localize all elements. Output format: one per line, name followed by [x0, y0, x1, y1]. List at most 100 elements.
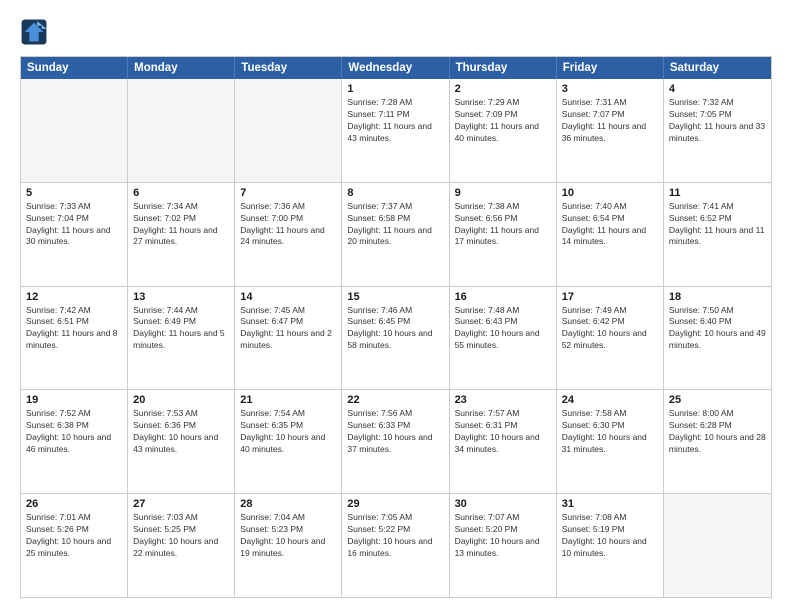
- empty-cell: [664, 494, 771, 597]
- daylight-text: Daylight: 10 hours and 13 minutes.: [455, 536, 551, 560]
- day-number: 26: [26, 498, 122, 510]
- day-cell-21: 21Sunrise: 7:54 AMSunset: 6:35 PMDayligh…: [235, 390, 342, 493]
- sunrise-text: Sunrise: 7:31 AM: [562, 97, 658, 109]
- day-cell-7: 7Sunrise: 7:36 AMSunset: 7:00 PMDaylight…: [235, 183, 342, 286]
- calendar-row-0: 1Sunrise: 7:28 AMSunset: 7:11 PMDaylight…: [21, 79, 771, 182]
- day-cell-28: 28Sunrise: 7:04 AMSunset: 5:23 PMDayligh…: [235, 494, 342, 597]
- sunrise-text: Sunrise: 7:49 AM: [562, 305, 658, 317]
- sunset-text: Sunset: 5:20 PM: [455, 524, 551, 536]
- day-number: 13: [133, 291, 229, 303]
- day-cell-2: 2Sunrise: 7:29 AMSunset: 7:09 PMDaylight…: [450, 79, 557, 182]
- day-cell-18: 18Sunrise: 7:50 AMSunset: 6:40 PMDayligh…: [664, 287, 771, 390]
- sunrise-text: Sunrise: 7:03 AM: [133, 512, 229, 524]
- day-cell-29: 29Sunrise: 7:05 AMSunset: 5:22 PMDayligh…: [342, 494, 449, 597]
- daylight-text: Daylight: 10 hours and 10 minutes.: [562, 536, 658, 560]
- logo-icon: [20, 18, 48, 46]
- daylight-text: Daylight: 11 hours and 20 minutes.: [347, 225, 443, 249]
- sunset-text: Sunset: 5:19 PM: [562, 524, 658, 536]
- page: SundayMondayTuesdayWednesdayThursdayFrid…: [0, 0, 792, 612]
- sunset-text: Sunset: 7:02 PM: [133, 213, 229, 225]
- day-number: 6: [133, 187, 229, 199]
- day-cell-26: 26 Sunrise: 7:01 AMSunset: 5:26 PMDayligh…: [21, 494, 128, 597]
- daylight-text: Daylight: 11 hours and 40 minutes.: [455, 121, 551, 145]
- sunrise-text: Sunrise: 7:58 AM: [562, 408, 658, 420]
- sunrise-text: Sunrise: 7:46 AM: [347, 305, 443, 317]
- sunrise-text: Sunrise: 7:01 AM: [26, 512, 122, 524]
- day-cell-12: 12Sunrise: 7:42 AMSunset: 6:51 PMDayligh…: [21, 287, 128, 390]
- header-cell-friday: Friday: [557, 57, 664, 79]
- day-number: 27: [133, 498, 229, 510]
- day-cell-11: 11Sunrise: 7:41 AMSunset: 6:52 PMDayligh…: [664, 183, 771, 286]
- sunset-text: Sunset: 6:36 PM: [133, 420, 229, 432]
- sunrise-text: Sunrise: 7:08 AM: [562, 512, 658, 524]
- daylight-text: Daylight: 10 hours and 46 minutes.: [26, 432, 122, 456]
- sunset-text: Sunset: 7:04 PM: [26, 213, 122, 225]
- sunrise-text: Sunrise: 7:53 AM: [133, 408, 229, 420]
- day-number: 25: [669, 394, 766, 406]
- calendar-row-1: 5Sunrise: 7:33 AMSunset: 7:04 PMDaylight…: [21, 182, 771, 286]
- sunrise-text: Sunrise: 7:44 AM: [133, 305, 229, 317]
- sunrise-text: Sunrise: 7:56 AM: [347, 408, 443, 420]
- sunset-text: Sunset: 6:28 PM: [669, 420, 766, 432]
- sunset-text: Sunset: 6:58 PM: [347, 213, 443, 225]
- sunrise-text: Sunrise: 7:05 AM: [347, 512, 443, 524]
- day-cell-17: 17Sunrise: 7:49 AMSunset: 6:42 PMDayligh…: [557, 287, 664, 390]
- daylight-text: Daylight: 11 hours and 17 minutes.: [455, 225, 551, 249]
- day-cell-9: 9Sunrise: 7:38 AMSunset: 6:56 PMDaylight…: [450, 183, 557, 286]
- day-cell-27: 27Sunrise: 7:03 AMSunset: 5:25 PMDayligh…: [128, 494, 235, 597]
- day-cell-30: 30Sunrise: 7:07 AMSunset: 5:20 PMDayligh…: [450, 494, 557, 597]
- sunset-text: Sunset: 6:33 PM: [347, 420, 443, 432]
- daylight-text: Daylight: 11 hours and 30 minutes.: [26, 225, 122, 249]
- sunset-text: Sunset: 5:26 PM: [26, 524, 122, 536]
- day-cell-25: 25Sunrise: 8:00 AMSunset: 6:28 PMDayligh…: [664, 390, 771, 493]
- empty-cell: [235, 79, 342, 182]
- day-cell-6: 6Sunrise: 7:34 AMSunset: 7:02 PMDaylight…: [128, 183, 235, 286]
- sunset-text: Sunset: 7:09 PM: [455, 109, 551, 121]
- day-number: 16: [455, 291, 551, 303]
- day-number: 30: [455, 498, 551, 510]
- day-number: 22: [347, 394, 443, 406]
- day-number: 5: [26, 187, 122, 199]
- day-cell-24: 24Sunrise: 7:58 AMSunset: 6:30 PMDayligh…: [557, 390, 664, 493]
- day-number: 20: [133, 394, 229, 406]
- day-cell-4: 4Sunrise: 7:32 AMSunset: 7:05 PMDaylight…: [664, 79, 771, 182]
- day-number: 18: [669, 291, 766, 303]
- sunrise-text: Sunrise: 7:33 AM: [26, 201, 122, 213]
- day-number: 23: [455, 394, 551, 406]
- day-number: 29: [347, 498, 443, 510]
- daylight-text: Daylight: 10 hours and 43 minutes.: [133, 432, 229, 456]
- sunset-text: Sunset: 6:52 PM: [669, 213, 766, 225]
- header-cell-thursday: Thursday: [450, 57, 557, 79]
- sunrise-text: Sunrise: 8:00 AM: [669, 408, 766, 420]
- daylight-text: Daylight: 10 hours and 22 minutes.: [133, 536, 229, 560]
- day-number: 15: [347, 291, 443, 303]
- calendar-header: SundayMondayTuesdayWednesdayThursdayFrid…: [21, 57, 771, 79]
- day-cell-1: 1Sunrise: 7:28 AMSunset: 7:11 PMDaylight…: [342, 79, 449, 182]
- header-cell-tuesday: Tuesday: [235, 57, 342, 79]
- sunrise-text: Sunrise: 7:28 AM: [347, 97, 443, 109]
- sunset-text: Sunset: 6:40 PM: [669, 316, 766, 328]
- daylight-text: Daylight: 11 hours and 43 minutes.: [347, 121, 443, 145]
- day-cell-16: 16Sunrise: 7:48 AMSunset: 6:43 PMDayligh…: [450, 287, 557, 390]
- day-number: 31: [562, 498, 658, 510]
- day-number: 2: [455, 83, 551, 95]
- sunset-text: Sunset: 6:35 PM: [240, 420, 336, 432]
- daylight-text: Daylight: 11 hours and 8 minutes.: [26, 328, 122, 352]
- sunset-text: Sunset: 5:22 PM: [347, 524, 443, 536]
- day-number: 1: [347, 83, 443, 95]
- header-cell-monday: Monday: [128, 57, 235, 79]
- sunset-text: Sunset: 6:51 PM: [26, 316, 122, 328]
- header-cell-sunday: Sunday: [21, 57, 128, 79]
- daylight-text: Daylight: 10 hours and 25 minutes.: [26, 536, 122, 560]
- daylight-text: Daylight: 10 hours and 40 minutes.: [240, 432, 336, 456]
- daylight-text: Daylight: 11 hours and 14 minutes.: [562, 225, 658, 249]
- sunrise-text: Sunrise: 7:57 AM: [455, 408, 551, 420]
- sunrise-text: Sunrise: 7:42 AM: [26, 305, 122, 317]
- calendar-row-4: 26Sunrise: 7:01 AMSunset: 5:26 PMDayligh…: [21, 493, 771, 597]
- day-cell-5: 5 Sunrise: 7:33 AMSunset: 7:04 PMDaylight…: [21, 183, 128, 286]
- day-number: 9: [455, 187, 551, 199]
- daylight-text: Daylight: 10 hours and 31 minutes.: [562, 432, 658, 456]
- empty-cell: [21, 79, 128, 182]
- sunset-text: Sunset: 5:23 PM: [240, 524, 336, 536]
- sunrise-text: Sunrise: 7:54 AM: [240, 408, 336, 420]
